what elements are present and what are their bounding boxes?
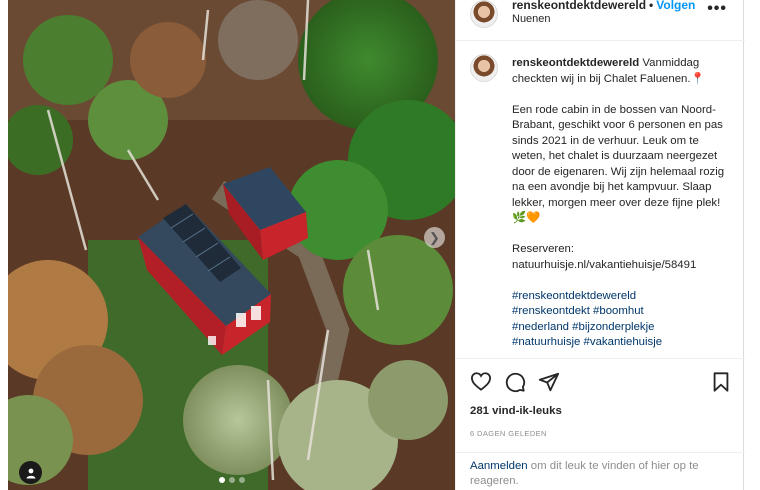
action-bar: 281 vind-ik-leuks 6 DAGEN GELEDEN: [456, 358, 745, 458]
carousel-dot: [238, 477, 245, 483]
reserve-url: natuurhuisje.nl/vakantiehuisje/58491: [512, 258, 697, 271]
follow-button[interactable]: Volgen: [656, 0, 695, 12]
login-link[interactable]: Aanmelden: [470, 460, 528, 472]
aerial-forest-image: [8, 0, 455, 490]
hashtag-link[interactable]: #nederland #bijzonderplekje: [512, 320, 734, 336]
caption-body: Een rode cabin in de bossen van Noord-Br…: [512, 103, 725, 209]
hashtag-link[interactable]: #natuurhuisje #vakantiehuisje: [512, 335, 734, 351]
post-date[interactable]: 6 DAGEN GELEDEN: [470, 429, 547, 438]
hashtag-link[interactable]: #renskeontdektdewereld: [512, 289, 734, 305]
more-options-button[interactable]: •••: [707, 0, 727, 18]
location-link[interactable]: Nuenen: [512, 13, 551, 25]
like-count[interactable]: 281 vind-ik-leuks: [470, 405, 562, 417]
leaf-heart-icon: 🌿🧡: [512, 212, 541, 224]
post-photo[interactable]: ❯: [8, 0, 455, 490]
carousel-dot: [228, 477, 235, 483]
carousel-next-button[interactable]: ❯: [424, 227, 445, 248]
caption-username[interactable]: renskeontdektdewereld: [512, 57, 639, 69]
post-side-panel: renskeontdektdewereld • Volgen Nuenen ••• …: [455, 0, 745, 490]
separator-dot: •: [649, 0, 654, 12]
bookmark-icon[interactable]: [711, 371, 731, 393]
comment-icon[interactable]: [504, 371, 526, 393]
header-username[interactable]: renskeontdektdewereld: [512, 0, 646, 12]
hashtag-link[interactable]: #renskeontdekt #boomhut: [512, 304, 734, 320]
post-header: renskeontdektdewereld • Volgen Nuenen •••: [456, 0, 745, 41]
heart-icon[interactable]: [470, 371, 492, 391]
avatar[interactable]: [470, 0, 498, 28]
send-icon[interactable]: [538, 371, 560, 393]
comments-area[interactable]: renskeontdektdewereld Vanmiddag checkten…: [456, 42, 745, 358]
carousel-dots: [8, 477, 455, 483]
chevron-right-icon: ❯: [429, 229, 440, 245]
reserve-label: Reserveren:: [512, 243, 575, 255]
avatar[interactable]: [470, 54, 498, 82]
login-prompt: Aanmelden om dit leuk te vinden of hier …: [456, 452, 745, 490]
pin-icon: 📍: [690, 72, 705, 85]
carousel-dot: [218, 477, 225, 483]
caption: renskeontdektdewereld Vanmiddag checkten…: [512, 56, 734, 351]
hashtag-list: #renskeontdektdewereld #renskeontdekt #b…: [512, 289, 734, 351]
